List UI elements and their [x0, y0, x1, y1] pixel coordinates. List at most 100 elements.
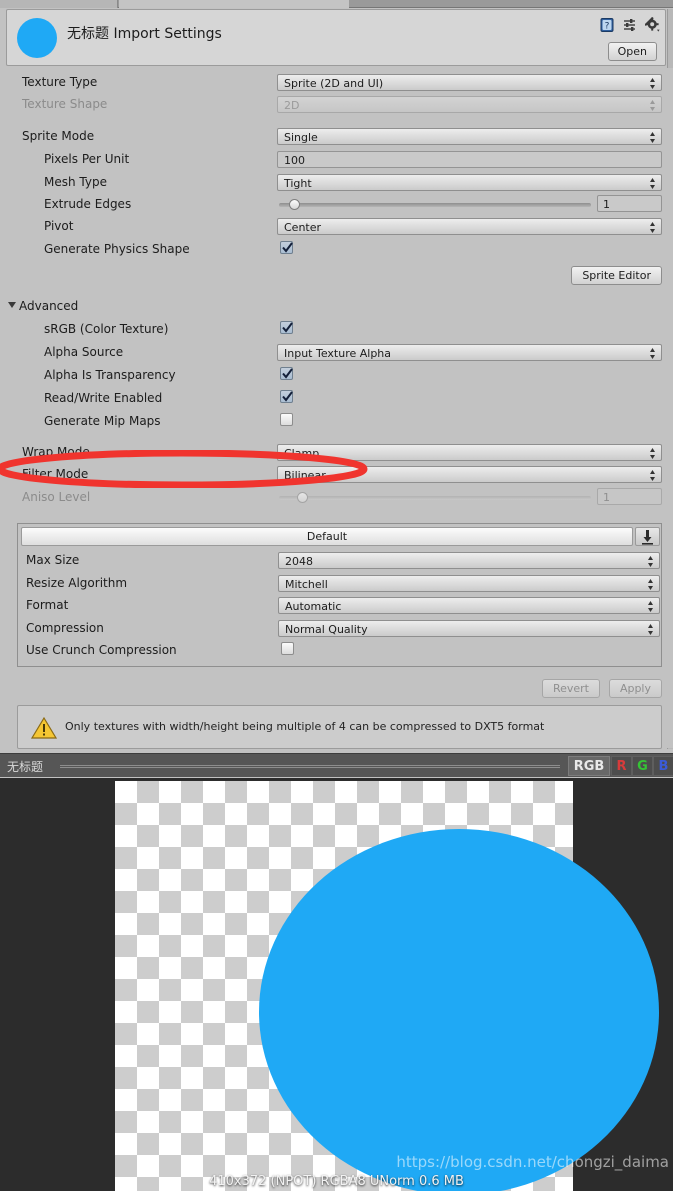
download-arrow-icon — [642, 530, 653, 545]
slider-knob[interactable] — [289, 199, 300, 210]
row-read-write-enabled: Read/Write Enabled — [0, 390, 673, 408]
dropdown-sprite-mode[interactable]: Single — [277, 128, 662, 145]
dropdown-compression[interactable]: Normal Quality — [278, 620, 660, 637]
value-alpha-source: Input Texture Alpha — [284, 347, 392, 360]
row-alpha-source: Alpha Source Input Texture Alpha — [0, 344, 673, 362]
checkbox-use-crunch-compression[interactable] — [281, 642, 294, 655]
value-filter-mode: Bilinear — [284, 469, 326, 482]
tab-left[interactable] — [0, 0, 118, 8]
checkbox-generate-physics-shape[interactable] — [280, 241, 293, 254]
editor-tab-strip — [0, 0, 673, 8]
open-button[interactable]: Open — [607, 42, 657, 61]
label-aniso-level: Aniso Level — [22, 490, 91, 504]
chevron-updown-icon — [648, 624, 653, 635]
channel-button-rgb[interactable]: RGB — [568, 756, 610, 776]
preview-info-text: 410x372 (NPOT) RGBA8 UNorm 0.6 MB — [209, 1174, 464, 1189]
label-advanced: Advanced — [19, 299, 79, 313]
dropdown-alpha-source[interactable]: Input Texture Alpha — [277, 344, 662, 361]
unity-inspector-window: 无标题 Import Settings ? Open Texture Type … — [0, 0, 673, 1191]
checkmark-icon — [282, 368, 293, 379]
chevron-updown-icon — [650, 448, 655, 459]
input-extrude-edges-value[interactable]: 1 — [597, 195, 662, 212]
preview-title: 无标题 — [7, 760, 44, 774]
label-srgb: sRGB (Color Texture) — [44, 322, 169, 336]
slider-extrude-edges[interactable] — [279, 199, 591, 210]
dropdown-pivot[interactable]: Center — [277, 218, 662, 235]
page-title: 无标题 Import Settings — [67, 26, 222, 42]
watermark-text: https://blog.csdn.net/chongzi_daima — [396, 1153, 669, 1171]
tab-right[interactable] — [119, 0, 349, 8]
label-read-write-enabled: Read/Write Enabled — [44, 391, 163, 405]
label-alpha-is-transparency: Alpha Is Transparency — [44, 368, 176, 382]
help-book-icon[interactable]: ? — [599, 17, 615, 33]
label-alpha-source: Alpha Source — [44, 345, 124, 359]
label-format: Format — [26, 598, 69, 612]
row-srgb: sRGB (Color Texture) — [0, 321, 673, 339]
row-pivot: Pivot Center — [0, 218, 673, 236]
sprite-preview-circle — [259, 829, 659, 1191]
label-texture-type: Texture Type — [22, 75, 98, 89]
value-resize-algorithm: Mitchell — [285, 578, 328, 591]
channel-button-b[interactable]: B — [653, 756, 673, 776]
dropdown-wrap-mode[interactable]: Clamp — [277, 444, 662, 461]
dropdown-filter-mode[interactable]: Bilinear — [277, 466, 662, 483]
svg-text:?: ? — [605, 22, 610, 32]
preset-sliders-icon[interactable] — [622, 17, 638, 33]
label-resize-algorithm: Resize Algorithm — [26, 576, 128, 590]
checkbox-read-write-enabled[interactable] — [280, 390, 293, 403]
value-texture-type: Sprite (2D and UI) — [284, 77, 384, 90]
value-sprite-mode: Single — [284, 131, 318, 144]
checkbox-generate-mip-maps[interactable] — [280, 413, 293, 426]
channel-button-g[interactable]: G — [632, 756, 653, 776]
sprite-editor-button[interactable]: Sprite Editor — [571, 266, 662, 285]
dropdown-max-size[interactable]: 2048 — [278, 552, 660, 569]
revert-button[interactable]: Revert — [541, 679, 600, 698]
value-texture-shape: 2D — [284, 99, 300, 112]
value-max-size: 2048 — [285, 555, 313, 568]
channel-button-r[interactable]: R — [611, 756, 632, 776]
apply-button[interactable]: Apply — [608, 679, 662, 698]
input-pixels-per-unit[interactable]: 100 — [277, 151, 662, 168]
preview-canvas[interactable]: https://blog.csdn.net/chongzi_daima 410x… — [0, 778, 673, 1191]
inspector-header: 无标题 Import Settings ? Open — [6, 9, 666, 66]
chevron-updown-icon — [650, 222, 655, 233]
checkbox-srgb[interactable] — [280, 321, 293, 334]
slider-track — [279, 203, 591, 207]
dropdown-resize-algorithm[interactable]: Mitchell — [278, 575, 660, 592]
row-generate-mip-maps: Generate Mip Maps — [0, 413, 673, 431]
gear-icon[interactable] — [644, 16, 661, 33]
value-format: Automatic — [285, 600, 342, 613]
transparency-checkerboard — [115, 781, 659, 1191]
import-settings-body: Texture Type Sprite (2D and UI) Texture … — [0, 68, 673, 749]
checkbox-alpha-is-transparency[interactable] — [280, 367, 293, 380]
chevron-updown-icon — [650, 132, 655, 143]
warning-box: Only textures with width/height being mu… — [17, 705, 662, 749]
warning-triangle-icon — [31, 716, 57, 739]
dropdown-mesh-type[interactable]: Tight — [277, 174, 662, 191]
warning-message: Only textures with width/height being mu… — [65, 720, 545, 733]
value-aniso-level: 1 — [603, 491, 610, 504]
chevron-updown-icon — [648, 556, 653, 567]
value-pixels-per-unit: 100 — [284, 154, 305, 167]
row-wrap-mode: Wrap Mode Clamp — [0, 444, 673, 462]
row-use-crunch-compression: Use Crunch Compression — [18, 642, 673, 660]
dropdown-format[interactable]: Automatic — [278, 597, 660, 614]
row-texture-type: Texture Type Sprite (2D and UI) — [0, 74, 673, 92]
chevron-updown-icon — [650, 348, 655, 359]
chevron-updown-icon — [650, 470, 655, 481]
label-extrude-edges: Extrude Edges — [44, 197, 132, 211]
platform-settings-box: Default Max Size 2048 Resize Algorithm M… — [17, 523, 662, 667]
value-pivot: Center — [284, 221, 322, 234]
row-pixels-per-unit: Pixels Per Unit 100 — [0, 151, 673, 169]
foldout-advanced[interactable]: Advanced — [8, 299, 78, 313]
slider-aniso-level — [279, 492, 591, 503]
row-resize-algorithm: Resize Algorithm Mitchell — [18, 575, 673, 593]
platform-tab-default[interactable]: Default — [21, 527, 633, 546]
row-generate-physics-shape: Generate Physics Shape — [0, 241, 673, 259]
chevron-updown-icon — [650, 178, 655, 189]
label-max-size: Max Size — [26, 553, 80, 567]
row-aniso-level: Aniso Level 1 — [0, 488, 673, 507]
platform-download-button[interactable] — [635, 527, 660, 546]
dropdown-texture-type[interactable]: Sprite (2D and UI) — [277, 74, 662, 91]
asset-thumbnail — [17, 18, 57, 58]
